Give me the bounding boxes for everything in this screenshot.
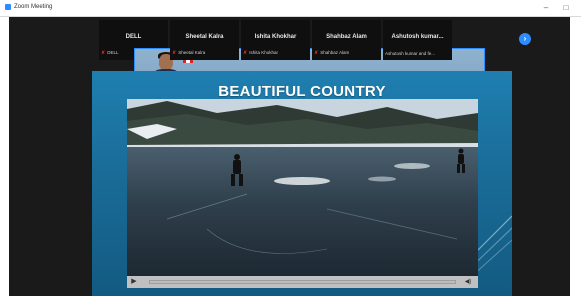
video-controls: ▶ ◀) bbox=[127, 276, 478, 288]
participant-name: Ashutosh kumar... bbox=[391, 34, 444, 40]
participant-caption-text: Ishita Khokhar bbox=[249, 50, 278, 55]
participant-tile[interactable]: Ishita Khokhar ✘ Ishita Khokhar bbox=[241, 20, 310, 60]
participant-tile[interactable]: Sheetal Kalra ✘ Sheetal Kalra bbox=[170, 20, 239, 60]
participant-tile[interactable]: Shahbaz Alam ✘ Shahbaz Alam bbox=[312, 20, 381, 60]
window-title: Zoom Meeting bbox=[14, 4, 53, 10]
participant-name: Sheetal Kalra bbox=[185, 34, 224, 40]
participant-caption: Ashutosh kumar and fe... bbox=[385, 51, 450, 56]
muted-mic-icon: ✘ bbox=[101, 50, 106, 56]
meeting-area: DELL ✘DELL Niyati Immigration Servi... S… bbox=[9, 17, 570, 296]
participant-caption-text: Sheetal Kalra bbox=[178, 50, 206, 55]
shared-screen-slide: BEAUTIFUL COUNTRY ▶ ◀) bbox=[92, 71, 512, 296]
video-player[interactable]: ▶ ◀) bbox=[127, 99, 478, 288]
participant-name: DELL bbox=[125, 34, 142, 40]
volume-icon[interactable]: ◀) bbox=[464, 278, 472, 286]
participant-caption-text: DELL bbox=[107, 50, 119, 55]
window-titlebar: Zoom Meeting – □ bbox=[0, 0, 581, 17]
play-icon[interactable]: ▶ bbox=[130, 278, 138, 286]
zoom-app-icon bbox=[5, 4, 11, 10]
video-scene-figures bbox=[166, 148, 465, 254]
participant-name: Ishita Khokhar bbox=[254, 34, 297, 40]
participant-caption: ✘ Sheetal Kalra bbox=[172, 50, 237, 56]
chevron-right-icon[interactable]: › bbox=[519, 33, 531, 45]
minimize-icon[interactable]: – bbox=[537, 2, 555, 13]
participant-tile[interactable]: Ashutosh kumar... Ashutosh kumar and fe.… bbox=[383, 20, 452, 60]
participant-caption: ✘ Ishita Khokhar bbox=[243, 50, 308, 56]
muted-mic-icon: ✘ bbox=[314, 50, 319, 56]
participant-name: Shahbaz Alam bbox=[326, 34, 367, 40]
participant-strip: DELL ✘DELL Niyati Immigration Servi... S… bbox=[99, 20, 527, 237]
participant-caption: ✘ Shahbaz Alam bbox=[314, 50, 379, 56]
participant-caption-text: Shahbaz Alam bbox=[320, 50, 350, 55]
video-seek-bar[interactable] bbox=[149, 280, 456, 284]
muted-mic-icon: ✘ bbox=[172, 50, 177, 56]
participant-caption-text: Ashutosh kumar and fe... bbox=[385, 51, 436, 56]
maximize-icon[interactable]: □ bbox=[557, 2, 575, 13]
slide-title: BEAUTIFUL COUNTRY bbox=[218, 83, 386, 100]
muted-mic-icon: ✘ bbox=[243, 50, 248, 56]
